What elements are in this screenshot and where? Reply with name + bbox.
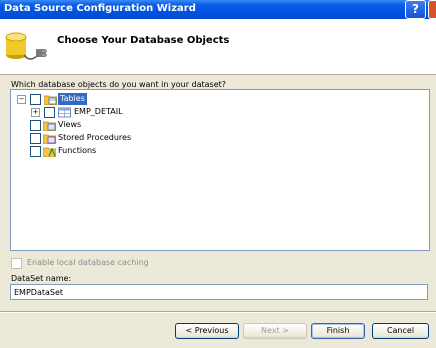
dataset-name-input[interactable] [10,284,428,300]
page-heading: Choose Your Database Objects [57,35,230,46]
tree-node-label: EMP_DETAIL [74,107,123,116]
collapse-toggle[interactable]: − [17,95,26,104]
next-button: Next > [243,323,307,339]
title-bar: Data Source Configuration Wizard ? [0,0,436,19]
tree-node-label: Tables [58,93,87,105]
local-caching-checkbox [11,258,22,269]
emp-detail-checkbox[interactable] [44,107,55,118]
finish-button[interactable]: Finish [311,323,365,339]
tree-node-label: Stored Procedures [58,133,132,142]
tree-node-views[interactable]: Views [30,119,130,131]
database-objects-tree[interactable]: − Tables + EMP_DETAIL Views Stored Proce… [10,89,430,251]
functions-checkbox[interactable] [30,146,41,157]
tree-node-tables[interactable]: − Tables [17,93,137,105]
local-caching-label: Enable local database caching [27,258,149,267]
close-button[interactable] [428,0,436,19]
expand-toggle[interactable]: + [31,108,40,117]
objects-prompt: Which database objects do you want in yo… [11,80,227,89]
database-plug-icon [5,32,47,60]
views-checkbox[interactable] [30,120,41,131]
functions-folder-icon [43,147,56,157]
tree-node-stored-procedures[interactable]: Stored Procedures [30,132,170,144]
window-title: Data Source Configuration Wizard [4,3,196,14]
tree-node-label: Views [58,120,82,129]
tree-node-emp-detail[interactable]: + EMP_DETAIL [31,106,171,118]
table-icon [58,107,71,118]
tables-checkbox[interactable] [30,94,41,105]
tree-node-label: Functions [58,146,97,155]
previous-button[interactable]: < Previous [175,323,239,339]
dataset-name-label: DataSet name: [11,274,72,283]
help-button[interactable]: ? [405,0,426,19]
cancel-button[interactable]: Cancel [372,323,429,339]
views-folder-icon [43,121,56,131]
tree-node-functions[interactable]: Functions [30,145,130,157]
tables-folder-icon [44,95,57,105]
stored-procedures-checkbox[interactable] [30,133,41,144]
footer-divider [0,311,436,313]
wizard-header: Choose Your Database Objects [0,19,436,75]
procedures-folder-icon [43,134,56,144]
